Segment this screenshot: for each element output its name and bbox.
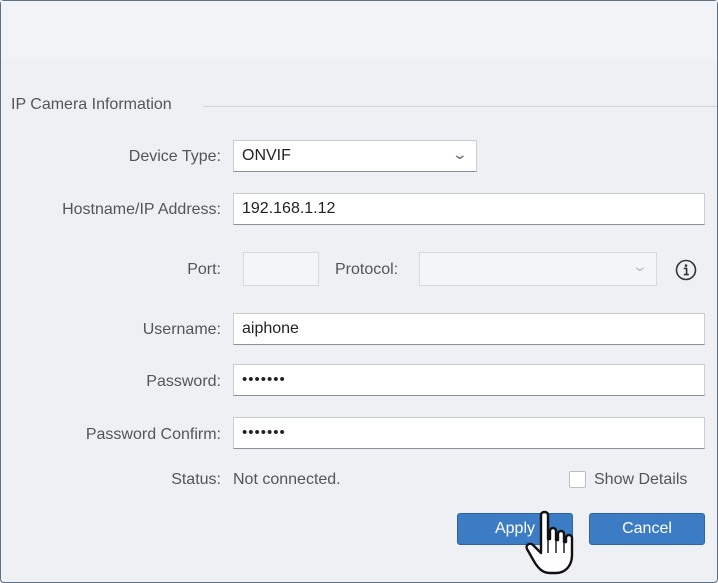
section-divider: [203, 106, 717, 107]
status-label: Status:: [171, 471, 221, 488]
port-label: Port:: [187, 261, 221, 278]
chevron-down-icon: ⌄: [631, 258, 649, 274]
protocol-label: Protocol:: [335, 261, 399, 278]
show-details-checkbox[interactable]: [569, 471, 586, 488]
hostname-label: Hostname/IP Address:: [62, 201, 221, 218]
show-details-label[interactable]: Show Details: [594, 471, 687, 489]
protocol-select[interactable]: ⌄: [419, 252, 657, 286]
header-band: [1, 1, 717, 59]
cancel-button[interactable]: Cancel: [589, 513, 705, 545]
port-input[interactable]: [243, 252, 319, 286]
camera-settings-window: IP Camera Information Device Type: ONVIF…: [0, 0, 718, 583]
password-confirm-value: •••••••: [242, 424, 286, 441]
device-type-value: ONVIF: [242, 147, 291, 164]
section-title: IP Camera Information: [11, 96, 172, 113]
password-label: Password:: [146, 373, 221, 390]
info-icon[interactable]: [675, 259, 697, 281]
password-input[interactable]: •••••••: [233, 364, 705, 396]
password-confirm-label: Password Confirm:: [85, 426, 221, 443]
hand-cursor-icon: [525, 510, 574, 575]
username-input[interactable]: aiphone: [233, 313, 705, 345]
hostname-input[interactable]: 192.168.1.12: [233, 193, 705, 225]
hostname-value: 192.168.1.12: [242, 200, 336, 217]
username-value: aiphone: [242, 320, 299, 337]
password-confirm-input[interactable]: •••••••: [233, 417, 705, 449]
password-value: •••••••: [242, 371, 286, 388]
chevron-down-icon: ⌄: [451, 146, 469, 162]
status-value: Not connected.: [233, 471, 341, 488]
device-type-select[interactable]: ONVIF ⌄: [233, 140, 477, 172]
device-type-label: Device Type:: [128, 148, 221, 165]
username-label: Username:: [142, 321, 221, 338]
